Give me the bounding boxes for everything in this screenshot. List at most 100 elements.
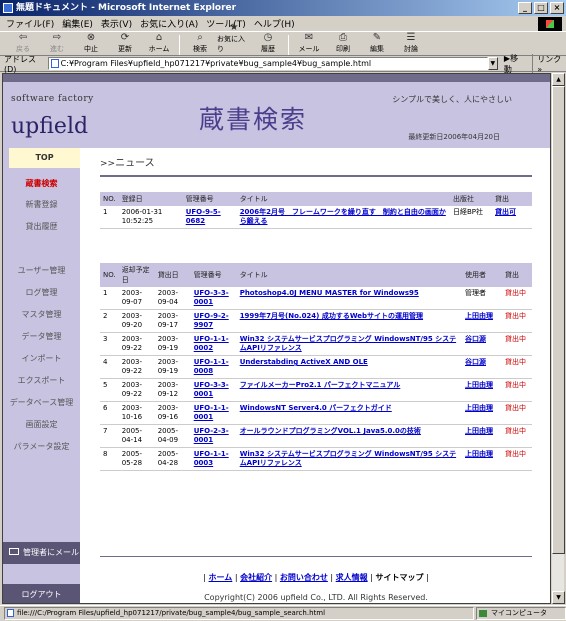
row-user[interactable]: 上田由理 <box>465 427 493 435</box>
sidebar-item-data-admin[interactable]: データ管理 <box>3 331 80 342</box>
col-no: NO. <box>100 192 119 206</box>
row-user[interactable]: 上田由理 <box>465 450 493 458</box>
ie-icon <box>3 3 13 13</box>
col-title: タイトル <box>236 263 462 287</box>
upfield-logo[interactable]: upfield <box>11 114 88 139</box>
address-input[interactable]: C:¥Program Files¥upfield_hp071217¥privat… <box>47 57 488 70</box>
row-title-link[interactable]: Photoshop4.0J MENU MASTER for Windows95 <box>240 289 419 297</box>
refresh-label: 更新 <box>118 45 132 53</box>
row-title-link[interactable]: Understabding ActiveX AND OLE <box>240 358 368 366</box>
last-updated: 最終更新日2006年04月20日 <box>408 133 500 141</box>
menu-help[interactable]: ヘルプ(H) <box>254 17 295 30</box>
row-id-link[interactable]: UFO-2-3-0001 <box>194 427 229 444</box>
address-dropdown-button[interactable]: ▼ <box>487 57 498 70</box>
window-titlebar: 無題ドキュメント - Microsoft Internet Explorer _… <box>0 0 566 16</box>
row-user[interactable]: 谷口源 <box>465 358 486 366</box>
sidebar-item-screen-settings[interactable]: 画面設定 <box>3 419 80 430</box>
go-button[interactable]: ▶移動 <box>504 53 524 75</box>
sidebar-item-export[interactable]: エクスポート <box>3 375 80 386</box>
sidebar-item-loan-history[interactable]: 貸出履歴 <box>3 221 80 232</box>
sidebar-item-param-settings[interactable]: パラメータ設定 <box>3 441 80 452</box>
row-title-link[interactable]: Win32 システムサービスプログラミング WindowsNT/95 システムA… <box>240 450 456 467</box>
close-button[interactable]: × <box>550 2 564 14</box>
search-icon: ⌕ <box>197 32 203 43</box>
search-button[interactable]: ⌕ 検索 <box>183 31 217 55</box>
minimize-button[interactable]: _ <box>518 2 532 14</box>
footer-link-contact[interactable]: お問い合わせ <box>280 573 328 582</box>
row-title-link[interactable]: Win32 システムサービスプログラミング WindowsNT/95 システムA… <box>240 335 456 352</box>
scroll-thumb[interactable] <box>552 86 565 554</box>
site-tagline: シンプルで美しく、人にやさしい <box>392 95 512 104</box>
vertical-scrollbar[interactable]: ▲ ▼ <box>551 73 565 604</box>
row-id-link[interactable]: UFO-1-1-0001 <box>194 404 229 421</box>
row-id-link[interactable]: UFO-9-2-9907 <box>194 312 229 329</box>
row-id-link[interactable]: UFO-1-1-0002 <box>194 335 229 352</box>
footer-link-company[interactable]: 会社紹介 <box>240 573 272 582</box>
sidebar-item-log-admin[interactable]: ログ管理 <box>3 287 80 298</box>
menu-edit[interactable]: 編集(E) <box>62 17 93 30</box>
menu-view[interactable]: 表示(V) <box>101 17 132 30</box>
toolbar-separator <box>179 35 180 55</box>
footer-link-jobs[interactable]: 求人情報 <box>336 573 368 582</box>
home-label: ホーム <box>148 45 170 53</box>
table-row: 4 2003-09-22 2003-09-19 UFO-1-1-0008 Underst… <box>100 355 532 379</box>
sidebar-item-db-admin[interactable]: データベース管理 <box>3 397 80 408</box>
loans-table-header: NO. 返却予定日 貸出日 管理番号 タイトル 使用者 貸出 <box>100 263 532 287</box>
history-icon: ◷ <box>263 32 273 43</box>
back-button[interactable]: ⇦ 戻る <box>6 31 40 55</box>
menu-file[interactable]: ファイル(F) <box>6 17 54 30</box>
favorites-label: お気に入り <box>217 35 245 53</box>
edit-button[interactable]: ✎ 編集 <box>360 31 394 55</box>
row-no: 8 <box>103 450 108 458</box>
row-title-link[interactable]: 1999年7月号(No.024) 成功するWebサイトの運用管理 <box>240 312 423 320</box>
row-id-link[interactable]: UFO-3-3-0001 <box>194 289 229 306</box>
refresh-icon: ⟳ <box>120 32 130 43</box>
favorites-button[interactable]: ★ お気に入り <box>217 23 251 55</box>
footer-link-home[interactable]: ホーム <box>209 573 233 582</box>
mail-button[interactable]: ✉ メール <box>292 31 326 55</box>
row-id-link[interactable]: UFO-9-5-0682 <box>186 208 221 225</box>
row-date: 2006-01-31 10:52:25 <box>118 206 183 229</box>
sidebar-item-user-admin[interactable]: ユーザー管理 <box>3 265 80 276</box>
row-id-link[interactable]: UFO-3-3-0001 <box>194 381 229 398</box>
row-no: 1 <box>100 206 119 229</box>
copyright: Copyright(C) 2006 upfield Co., LTD. All … <box>204 593 428 602</box>
row-due: 2003-09-22 <box>121 358 143 375</box>
row-user[interactable]: 谷口源 <box>465 335 486 343</box>
menu-favorites[interactable]: お気に入り(A) <box>140 17 198 30</box>
history-button[interactable]: ◷ 履歴 <box>251 31 285 55</box>
row-lent: 2003-09-17 <box>157 312 179 329</box>
row-id-link[interactable]: UFO-1-1-0008 <box>194 358 229 375</box>
home-button[interactable]: ⌂ ホーム <box>142 31 176 55</box>
sidebar-item-top[interactable]: TOP <box>9 148 80 168</box>
sidebar-item-import[interactable]: インポート <box>3 353 80 364</box>
row-due: 2003-10-16 <box>121 404 143 421</box>
print-button[interactable]: ⎙ 印刷 <box>326 31 360 55</box>
sidebar-item-new-book[interactable]: 新書登録 <box>3 199 80 210</box>
row-title-link[interactable]: 2006年2月号 フレームワークを繰り直す 制約と自由の画面から鍛える <box>240 208 446 225</box>
row-id-link[interactable]: UFO-1-1-0003 <box>194 450 229 467</box>
scroll-down-button[interactable]: ▼ <box>552 591 565 604</box>
address-label: アドレス(D) <box>4 54 36 74</box>
row-title-link[interactable]: WindowsNT Server4.0 パーフェクトガイド <box>240 404 392 412</box>
loan-available-link[interactable]: 貸出可 <box>495 208 516 216</box>
sidebar-item-master-admin[interactable]: マスタ管理 <box>3 309 80 320</box>
go-label: 移動 <box>503 53 519 74</box>
row-title-link[interactable]: ファイルメーカーPro2.1 パーフェクトマニュアル <box>240 381 401 389</box>
row-user[interactable]: 上田由理 <box>465 404 493 412</box>
sidebar-item-book-search[interactable]: 蔵書検索 <box>3 178 80 189</box>
forward-button[interactable]: ⇨ 進む <box>40 31 74 55</box>
discuss-button[interactable]: ☰ 討論 <box>394 31 428 55</box>
logout-button[interactable]: ログアウト <box>3 584 80 603</box>
links-button[interactable]: リンク » <box>532 53 566 74</box>
back-arrow-icon: ⇦ <box>18 32 28 43</box>
row-title-link[interactable]: オールラウンドプログラミングVOL.1 Java5.0.0の技術 <box>240 427 421 435</box>
maximize-button[interactable]: □ <box>534 2 548 14</box>
scroll-up-button[interactable]: ▲ <box>552 73 565 86</box>
refresh-button[interactable]: ⟳ 更新 <box>108 31 142 55</box>
row-user[interactable]: 上田由理 <box>465 381 493 389</box>
stop-button[interactable]: ⊗ 中止 <box>74 31 108 55</box>
history-label: 履歴 <box>261 45 275 53</box>
row-user[interactable]: 上田由理 <box>465 312 493 320</box>
mail-admin-button[interactable]: 管理者にメール <box>3 542 80 564</box>
